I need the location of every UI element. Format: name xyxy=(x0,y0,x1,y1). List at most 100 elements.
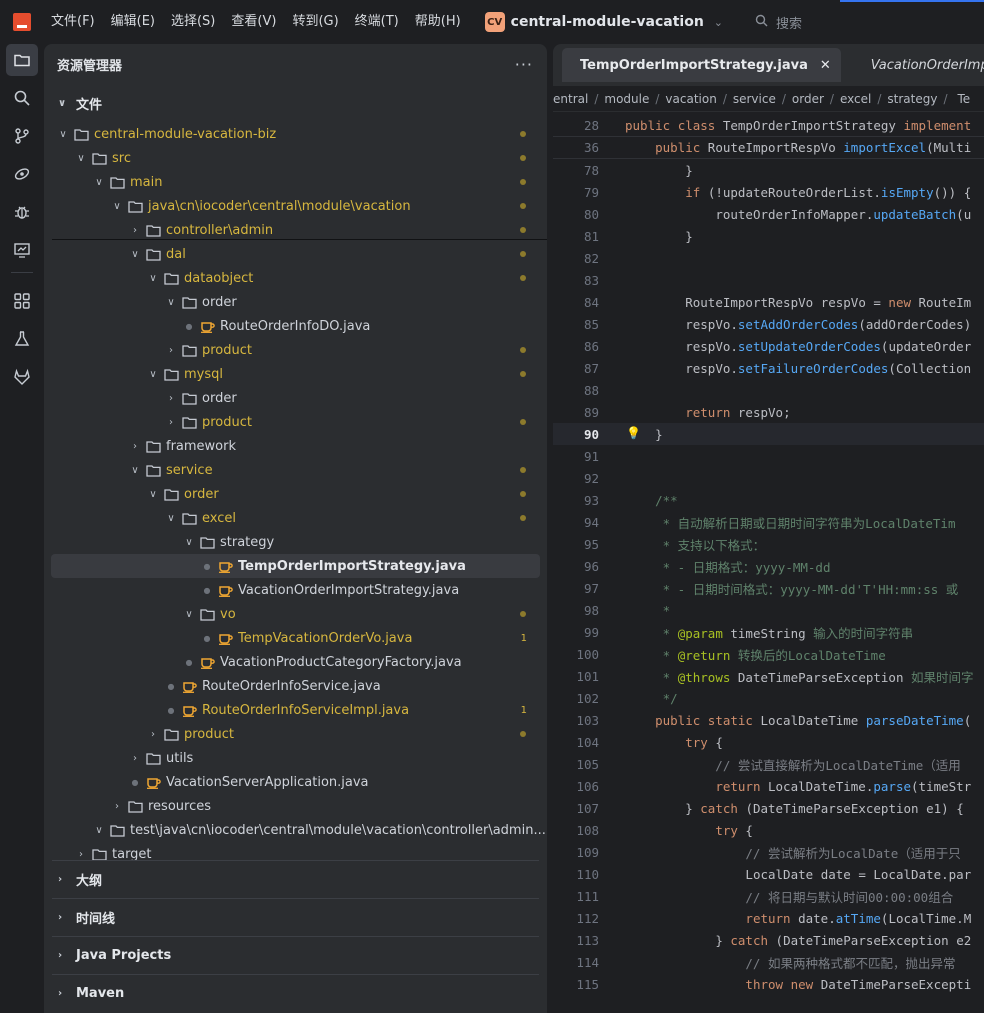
line-number: 90 xyxy=(583,426,599,442)
breadcrumb-item[interactable]: vacation xyxy=(659,92,722,106)
java-file-icon xyxy=(216,584,234,597)
tree-file-item[interactable]: ● RouteOrderInfoServiceImpl.java 1 xyxy=(44,698,547,722)
run-debug-icon[interactable] xyxy=(6,158,38,190)
tree-file-item[interactable]: ● VacationServerApplication.java xyxy=(44,770,547,794)
tree-folder-item[interactable]: › framework xyxy=(44,434,547,458)
files-section-label: 文件 xyxy=(76,97,103,113)
menu-item[interactable]: 终端(T) xyxy=(347,0,407,44)
code-text: return LocalDateTime.parse(timeStr xyxy=(715,778,972,794)
menu-item[interactable]: 编辑(E) xyxy=(103,0,163,44)
tree-item-label: VacationOrderImportStrategy.java xyxy=(238,582,460,598)
code-text: } xyxy=(655,426,663,442)
close-icon[interactable]: ✕ xyxy=(820,58,831,73)
tree-folder-item[interactable]: ∨ service xyxy=(44,458,547,482)
command-search[interactable]: 搜索 xyxy=(755,13,802,32)
modified-dot xyxy=(520,227,526,233)
tree-item-label: resources xyxy=(148,798,212,814)
tree-folder-item[interactable]: ∨ dataobject xyxy=(44,266,547,290)
project-badge: CV xyxy=(484,12,505,32)
extensions-icon[interactable] xyxy=(6,285,38,317)
tree-folder-item[interactable]: › order xyxy=(44,386,547,410)
editor-tab[interactable]: TempOrderImportStrategy.java ✕ xyxy=(562,48,841,82)
explorer-icon[interactable] xyxy=(6,44,38,76)
gitlab-icon[interactable] xyxy=(6,361,38,393)
tree-folder-item[interactable]: › utils xyxy=(44,746,547,770)
code-view[interactable]: 28 public class TempOrderImportStrategy i… xyxy=(553,115,984,995)
code-text: * xyxy=(625,602,671,618)
tree-folder-item[interactable]: ∨ central-module-vacation-biz xyxy=(44,122,547,146)
tree-file-item[interactable]: ● VacationProductCategoryFactory.java xyxy=(44,650,547,674)
sidebar-section-header[interactable]: › Java Projects xyxy=(52,936,539,974)
folder-icon xyxy=(180,344,198,357)
breadcrumb-item[interactable]: order xyxy=(786,92,830,106)
editor-tab[interactable]: VacationOrderImportStra xyxy=(853,48,984,82)
code-line: 107 } catch (DateTimeParseException e1) … xyxy=(553,797,984,819)
tree-folder-item[interactable]: ∨ mysql xyxy=(44,362,547,386)
tree-file-item[interactable]: ● TempOrderImportStrategy.java xyxy=(51,554,540,578)
tree-file-item[interactable]: ● RouteOrderInfoService.java xyxy=(44,674,547,698)
tree-file-item[interactable]: ● RouteOrderInfoDO.java xyxy=(44,314,547,338)
more-actions-icon[interactable]: ··· xyxy=(515,55,533,74)
chevron-down-icon: ∨ xyxy=(185,536,193,548)
sidebar-section-header[interactable]: › Maven xyxy=(52,974,539,1012)
breadcrumb-item[interactable]: entral xyxy=(553,92,594,106)
tree-item-label: utils xyxy=(166,750,194,766)
code-line: 96 * - 日期格式：yyyy-MM-dd xyxy=(553,555,984,577)
chevron-right-icon: › xyxy=(115,800,119,812)
menu-item[interactable]: 帮助(H) xyxy=(407,0,469,44)
testing-flask-icon[interactable] xyxy=(6,323,38,355)
tree-folder-item[interactable]: › product xyxy=(44,410,547,434)
breadcrumb-item[interactable]: service xyxy=(727,92,782,106)
code-line: 99 * @param timeString 输入的时间字符串 xyxy=(553,621,984,643)
breadcrumb-item[interactable]: Te xyxy=(957,92,970,106)
code-line: 79 if (!updateRouteOrderList.isEmpty()) … xyxy=(553,181,984,203)
tree-folder-item[interactable]: ∨ vo xyxy=(44,602,547,626)
tree-file-item[interactable]: ● VacationOrderImportStrategy.java xyxy=(44,578,547,602)
tree-folder-item[interactable]: ∨ excel xyxy=(44,506,547,530)
code-text: * 支持以下格式： xyxy=(625,537,766,553)
folder-icon xyxy=(162,728,180,741)
line-number: 105 xyxy=(576,756,599,772)
menu-item[interactable]: 文件(F) xyxy=(43,0,103,44)
tree-item-label: VacationProductCategoryFactory.java xyxy=(220,654,462,670)
menu-item[interactable]: 选择(S) xyxy=(163,0,223,44)
code-line: 87 respVo.setFailureOrderCodes(Collectio… xyxy=(553,357,984,379)
tree-folder-item[interactable]: ∨ dal xyxy=(44,242,547,266)
breadcrumb-item[interactable]: strategy xyxy=(881,92,943,106)
line-number: 96 xyxy=(583,558,599,574)
tree-item-label: product xyxy=(184,726,235,742)
tree-leaf-dot: ● xyxy=(203,633,211,643)
breadcrumb-item[interactable]: excel xyxy=(834,92,877,106)
code-line: 85 respVo.setAddOrderCodes(addOrderCodes… xyxy=(553,313,984,335)
chevron-right-icon: › xyxy=(169,392,173,404)
sidebar-section-header[interactable]: › 大纲 xyxy=(52,860,539,898)
tree-folder-item[interactable]: ∨ strategy xyxy=(44,530,547,554)
sidebar-section-label: 时间线 xyxy=(76,912,116,927)
project-switcher[interactable]: CV central-module-vacation ⌄ xyxy=(484,0,723,44)
modified-dot xyxy=(520,491,526,497)
tree-folder-item[interactable]: ∨ src xyxy=(44,146,547,170)
tree-folder-item[interactable]: › product xyxy=(44,338,547,362)
bug-icon[interactable] xyxy=(6,196,38,228)
chevron-down-icon: ∨ xyxy=(185,608,193,620)
line-number: 82 xyxy=(583,250,599,266)
folder-icon xyxy=(180,296,198,309)
remote-monitor-icon[interactable] xyxy=(6,234,38,266)
sidebar-section-header[interactable]: › 时间线 xyxy=(52,898,539,936)
source-control-icon[interactable] xyxy=(6,120,38,152)
menu-item[interactable]: 查看(V) xyxy=(223,0,284,44)
menu-item[interactable]: 转到(G) xyxy=(284,0,346,44)
tree-folder-item[interactable]: › resources xyxy=(44,794,547,818)
tree-folder-item[interactable]: ∨ main xyxy=(44,170,547,194)
tree-folder-item[interactable]: ∨ order xyxy=(44,290,547,314)
search-icon[interactable] xyxy=(6,82,38,114)
files-section-header[interactable]: ∨ 文件 xyxy=(44,84,547,122)
tree-folder-item[interactable]: › product xyxy=(44,722,547,746)
tree-folder-item[interactable]: ∨ java\cn\iocoder\central\module\vacation xyxy=(44,194,547,218)
tree-folder-item[interactable]: ∨ test\java\cn\iocoder\central\module\vac… xyxy=(44,818,547,842)
line-number: 115 xyxy=(576,976,599,992)
tree-item-label: main xyxy=(130,174,163,190)
tree-folder-item[interactable]: ∨ order xyxy=(44,482,547,506)
tree-file-item[interactable]: ● TempVacationOrderVo.java 1 xyxy=(44,626,547,650)
breadcrumb-item[interactable]: module xyxy=(598,92,655,106)
